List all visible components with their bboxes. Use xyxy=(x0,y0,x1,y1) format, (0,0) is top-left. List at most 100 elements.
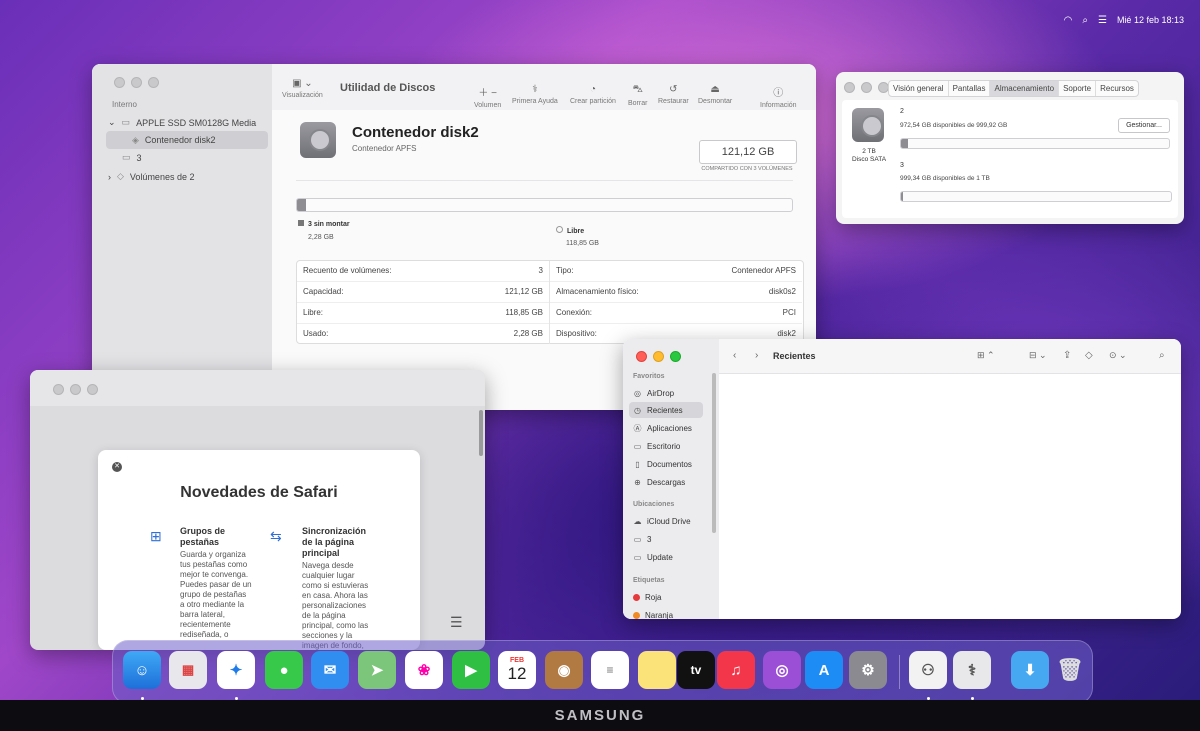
view-mode-icon[interactable]: ⊞ ⌃ xyxy=(977,350,995,361)
calendar-icon[interactable]: FEB 12 xyxy=(498,651,536,689)
info-value: 3 xyxy=(538,266,543,275)
sidebar-item-downloads[interactable]: ⊕ Descargas xyxy=(629,474,703,490)
menubar-clock[interactable]: Mié 12 feb 18:13 xyxy=(1117,15,1184,25)
tab-resources[interactable]: Recursos xyxy=(1096,81,1138,96)
scrollbar[interactable] xyxy=(479,410,483,456)
tag-icon[interactable]: ◇ xyxy=(1085,350,1093,361)
legend-unmounted-value: 2,28 GB xyxy=(308,234,334,241)
close-button[interactable] xyxy=(636,351,647,362)
sidebar-tag-red[interactable]: Roja xyxy=(629,589,703,605)
back-button[interactable]: ‹ xyxy=(733,350,736,361)
music-icon[interactable]: ♫ xyxy=(717,651,755,689)
trash-icon[interactable]: 🗑 xyxy=(1051,651,1089,689)
notes-icon[interactable] xyxy=(638,651,676,689)
info-key: Libre: xyxy=(303,308,324,317)
launchpad-icon[interactable]: ▦ xyxy=(169,651,207,689)
zoom-button[interactable] xyxy=(148,77,159,88)
volume-button[interactable]: ＋ − Volumen xyxy=(474,84,501,109)
system-preferences-icon[interactable]: ⚙ xyxy=(849,651,887,689)
sidebar-item-volumes-of-2[interactable]: › ◇ Volúmenes de 2 xyxy=(108,171,194,182)
hard-drive-icon xyxy=(300,122,336,158)
messages-icon[interactable]: ● xyxy=(265,651,303,689)
sidebar-item-icloud-drive[interactable]: ☁ iCloud Drive xyxy=(629,513,703,529)
info-row: Conexión: PCI xyxy=(550,303,802,324)
finder-icon[interactable]: ☺ xyxy=(123,651,161,689)
apple-tv-icon[interactable]: tv xyxy=(677,651,715,689)
sidebar-item-recents[interactable]: ◷ Recientes xyxy=(629,402,703,418)
restore-label: Restaurar xyxy=(658,98,689,105)
minimize-button[interactable] xyxy=(70,384,81,395)
sidebar-item-volume-3[interactable]: ▭ 3 xyxy=(629,531,703,547)
forward-button[interactable]: › xyxy=(755,350,758,361)
restore-button[interactable]: ↺ Restaurar xyxy=(658,84,689,105)
share-icon[interactable]: ⇪ xyxy=(1063,350,1071,361)
chevron-right-icon[interactable]: › xyxy=(108,172,111,182)
sidebar-tag-orange[interactable]: Naranja xyxy=(629,607,703,619)
sidebar-item-volume-3[interactable]: ▭ 3 xyxy=(122,152,142,163)
menu-bar: ◠ ⌕ ☰ Mié 12 feb 18:13 xyxy=(0,0,1200,40)
control-center-icon[interactable]: ☰ xyxy=(1098,15,1107,26)
zoom-button[interactable] xyxy=(670,351,681,362)
tab-storage[interactable]: Almacenamiento xyxy=(990,81,1060,96)
info-row: Recuento de volúmenes: 3 xyxy=(297,261,549,282)
close-button[interactable] xyxy=(114,77,125,88)
minimize-button[interactable] xyxy=(131,77,142,88)
minimize-button[interactable] xyxy=(861,82,872,93)
tab-overview[interactable]: Visión general xyxy=(889,81,949,96)
spotlight-icon[interactable]: ⌕ xyxy=(1082,15,1088,26)
applications-icon: Ⓐ xyxy=(633,423,642,433)
wifi-icon[interactable]: ◠ xyxy=(1064,15,1073,26)
sliders-icon[interactable]: ☰ xyxy=(450,614,463,631)
sidebar-item-container-disk2[interactable]: ◈ Contenedor disk2 xyxy=(106,131,268,149)
disk-utility-icon[interactable]: ⚕ xyxy=(953,651,991,689)
downloads-folder-icon[interactable]: ⬇ xyxy=(1011,651,1049,689)
view-button[interactable]: ▣ ⌄ Visualización xyxy=(282,78,323,99)
partition-button[interactable]: ◔ Crear partición xyxy=(570,84,616,105)
volume-usage-fill xyxy=(901,139,909,148)
sidebar-section-internal: Interno xyxy=(112,100,137,109)
manage-button[interactable]: Gestionar... xyxy=(1118,118,1170,133)
feature-title: Grupos de pestañas xyxy=(180,526,226,547)
unmount-button[interactable]: ⏏ Desmontar xyxy=(698,84,732,105)
sidebar-item-update[interactable]: ▭ Update xyxy=(629,549,703,565)
tab-support[interactable]: Soporte xyxy=(1059,81,1097,96)
facetime-icon[interactable]: ▶ xyxy=(452,651,490,689)
sidebar-item-applications[interactable]: Ⓐ Aplicaciones xyxy=(629,420,703,436)
legend-unmounted: 3 sin montar xyxy=(298,220,350,228)
system-information-icon[interactable]: ⚇ xyxy=(909,651,947,689)
close-icon[interactable]: ✕ xyxy=(112,462,122,472)
tag-dot-icon xyxy=(633,593,640,601)
chevron-down-icon[interactable]: ⌄ xyxy=(108,117,116,128)
window-controls xyxy=(844,82,889,93)
group-icon[interactable]: ⊟ ⌄ xyxy=(1029,350,1047,361)
drive-icon: ▭ xyxy=(633,552,642,562)
contacts-icon[interactable]: ◉ xyxy=(545,651,583,689)
divider xyxy=(296,180,793,181)
photos-icon[interactable]: ❀ xyxy=(405,651,443,689)
mail-icon[interactable]: ✉ xyxy=(311,651,349,689)
info-row: Almacenamiento físico: disk0s2 xyxy=(550,282,802,303)
info-button[interactable]: ⓘ Información xyxy=(760,84,797,109)
app-store-icon[interactable]: A xyxy=(805,651,843,689)
zoom-button[interactable] xyxy=(87,384,98,395)
safari-icon[interactable]: ✦ xyxy=(217,651,255,689)
legend-free: Libre xyxy=(556,226,584,235)
close-button[interactable] xyxy=(844,82,855,93)
reminders-icon[interactable]: ≡ xyxy=(591,651,629,689)
podcasts-icon[interactable]: ◎ xyxy=(763,651,801,689)
tv-label: tv xyxy=(690,663,702,677)
erase-button[interactable]: ⛍ Borrar xyxy=(628,84,647,107)
maps-icon[interactable]: ➤ xyxy=(358,651,396,689)
minimize-button[interactable] xyxy=(653,351,664,362)
sidebar-item-apple-ssd[interactable]: ⌄ ▭ APPLE SSD SM0128G Media xyxy=(108,117,256,128)
sidebar-item-documents[interactable]: ▯ Documentos xyxy=(629,456,703,472)
sidebar-item-desktop[interactable]: ▭ Escritorio xyxy=(629,438,703,454)
info-icon: ⓘ xyxy=(773,88,784,99)
sidebar-scrollbar[interactable] xyxy=(712,373,716,533)
search-icon[interactable]: ⌕ xyxy=(1159,350,1165,361)
tab-displays[interactable]: Pantallas xyxy=(949,81,991,96)
more-icon[interactable]: ⊙ ⌄ xyxy=(1109,350,1127,361)
first-aid-button[interactable]: ⚕ Primera Ayuda xyxy=(512,84,558,105)
sidebar-item-airdrop[interactable]: ◎ AirDrop xyxy=(629,385,703,401)
close-button[interactable] xyxy=(53,384,64,395)
